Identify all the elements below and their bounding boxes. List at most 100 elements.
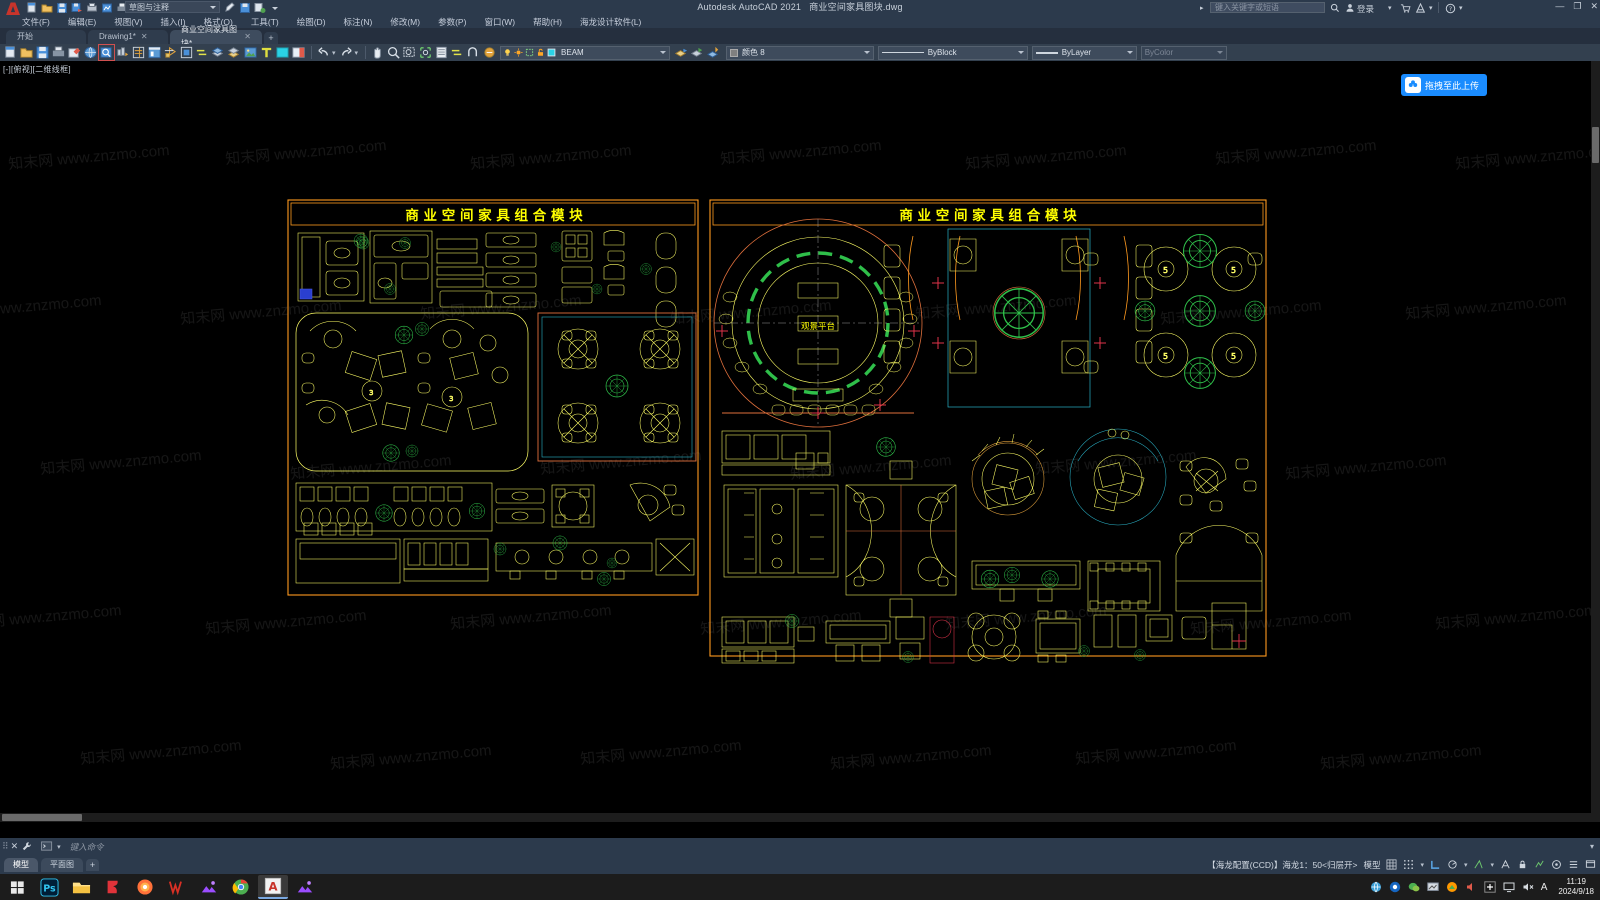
chevron-down-icon[interactable] [1017,51,1024,54]
color-icon[interactable] [275,45,290,60]
menu-item-file[interactable]: 文件(F) [22,16,50,28]
sign-in-label[interactable]: 登录 [1357,3,1374,15]
undo-icon[interactable] [316,45,331,60]
chevron-down-icon[interactable] [863,51,870,54]
color-control[interactable]: 颜色 8 [726,45,874,60]
lightbulb-on-icon[interactable] [503,48,512,57]
snap-icon[interactable] [1403,859,1414,870]
chevron-down-icon[interactable]: ▾ [332,49,336,57]
chevron-down-icon[interactable] [660,51,667,54]
file-explorer-icon[interactable] [66,875,96,899]
search-expand-arrow-icon[interactable]: ▸ [1200,4,1204,12]
volume-icon[interactable] [1465,881,1477,893]
layout-tab-plan[interactable]: 平面图 [41,857,83,872]
chevron-down-icon[interactable] [1126,51,1133,54]
menu-item-dimension[interactable]: 标注(N) [344,16,373,28]
designcenter-icon[interactable] [147,45,162,60]
znzmo-icon[interactable] [194,875,224,899]
layer-manager-icon[interactable] [211,45,226,60]
open-icon[interactable] [19,45,34,60]
find-icon[interactable] [98,44,115,61]
menu-item-parametric[interactable]: 参数(P) [438,16,466,28]
command-input[interactable]: 键入命令 [70,841,104,853]
chevron-down-icon[interactable]: ▾ [57,843,61,851]
customize-icon[interactable] [1568,859,1579,870]
close-icon[interactable]: ✕ [141,30,148,44]
polar-icon[interactable] [1447,859,1458,870]
multileader-icon[interactable] [291,45,306,60]
wrench-icon[interactable] [21,841,32,852]
maximize-button[interactable]: ❐ [1573,1,1581,12]
autodesk-app-icon[interactable] [1415,3,1426,14]
menu-item-tools[interactable]: 工具(T) [251,16,279,28]
undo-history-icon[interactable] [115,45,130,60]
chat-icon[interactable] [1408,881,1420,893]
pan-dash-icon[interactable] [195,45,210,60]
tab-drawing1[interactable]: Drawing1* ✕ [88,30,168,44]
menu-item-view[interactable]: 视图(V) [114,16,142,28]
layer-color-icon[interactable] [547,48,556,57]
add-layout-button[interactable]: + [86,858,99,871]
osnap-icon[interactable] [466,45,481,60]
close-icon[interactable]: ✕ [244,30,251,44]
linetype-control[interactable]: ByBlock [877,45,1028,60]
save-icon[interactable] [35,45,50,60]
network-icon[interactable] [1370,881,1382,893]
block-editor-icon[interactable] [179,45,194,60]
sketchup-icon[interactable] [98,875,128,899]
sun-icon[interactable] [514,48,523,57]
menu-item-hailong[interactable]: 海龙设计软件(L) [580,16,641,28]
shield-icon[interactable] [1389,881,1401,893]
user-icon[interactable] [1345,3,1355,13]
zoom-icon[interactable] [386,45,401,60]
pan-hand-icon[interactable] [370,45,385,60]
layer-match-icon[interactable] [706,45,721,60]
properties-palette-icon[interactable] [434,45,449,60]
window-controls[interactable]: — ❐ ✕ [1555,1,1598,12]
chevron-down-icon[interactable]: ▾ [1388,4,1392,12]
freeze-icon[interactable] [525,48,534,57]
properties-icon[interactable] [131,45,146,60]
monitor-icon[interactable] [1427,881,1439,893]
chevron-down-icon[interactable]: ▾ [355,49,359,57]
text-style-icon[interactable] [259,45,274,60]
minimize-button[interactable]: — [1555,1,1564,12]
zoom-extents-icon[interactable] [418,45,433,60]
layer-previous-icon[interactable] [674,45,689,60]
plus-icon[interactable] [1484,881,1496,893]
tab-start[interactable]: 开始 [6,30,86,44]
command-expand-icon[interactable]: ▾ [1590,842,1594,851]
vertical-scrollbar[interactable] [1591,61,1600,822]
paint-icon[interactable] [1446,881,1458,893]
new-tab-button[interactable]: + [264,32,278,44]
chevron-down-icon[interactable]: ▾ [1429,4,1433,12]
firefox-icon[interactable] [130,875,160,899]
command-prompt-icon[interactable] [41,841,54,852]
tab-furniture-block[interactable]: 商业空间家具图块* ✕ [170,25,262,48]
chevron-down-icon[interactable]: ▾ [1459,4,1463,12]
menu-item-window[interactable]: 窗口(W) [484,16,515,28]
zoom-window-icon[interactable] [402,45,417,60]
system-tray[interactable]: A 11:19 2024/9/18 [1370,874,1600,900]
publish-icon[interactable] [83,45,98,60]
help-icon[interactable]: ? [1445,3,1456,14]
chrome-icon[interactable] [226,875,256,899]
autocad-icon[interactable]: A [258,875,288,899]
windows-taskbar[interactable]: Ps A A 11:19 2024/9/18 [0,874,1600,900]
annotation-visibility-icon[interactable] [1500,859,1511,870]
document-tab-bar[interactable]: 开始 Drawing1* ✕ 商业空间家具图块* ✕ + [0,25,1600,48]
scrollbar-thumb[interactable] [1592,127,1599,163]
print-icon[interactable] [51,45,66,60]
mute-icon[interactable] [1522,881,1534,893]
display-icon[interactable] [1503,881,1515,893]
lock-ui-icon[interactable] [1517,859,1528,870]
hardware-accel-icon[interactable] [1534,859,1545,870]
photoshop-icon[interactable]: Ps [34,875,64,899]
close-button[interactable]: ✕ [1590,1,1598,12]
unlock-icon[interactable] [536,48,545,57]
lineweight-control[interactable]: ByLayer [1031,45,1137,60]
horizontal-scrollbar[interactable] [0,813,1591,822]
search-icon[interactable] [1330,3,1340,13]
grid-icon[interactable] [1386,859,1397,870]
taskbar-clock[interactable]: 11:19 2024/9/18 [1558,877,1594,897]
